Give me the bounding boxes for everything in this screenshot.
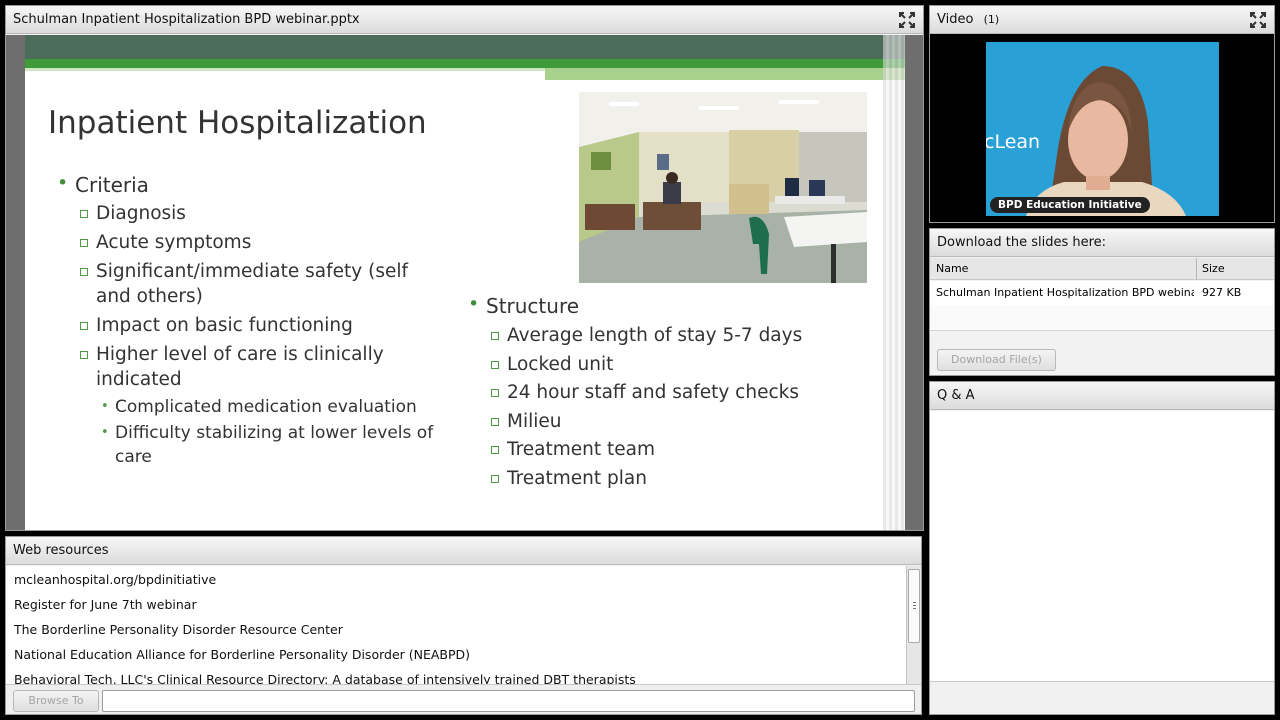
criteria-subitem: Difficulty stabilizing at lower levels o… [101,421,433,445]
file-name: Schulman Inpatient Hospitalization BPD w… [936,286,1194,299]
share-pod-title: Schulman Inpatient Hospitalization BPD w… [6,6,923,34]
slide-header-band [25,35,905,59]
share-pod-title-text: Schulman Inpatient Hospitalization BPD w… [13,12,360,27]
column-header-name[interactable]: Name [936,262,968,275]
download-files-button[interactable]: Download File(s) [937,349,1056,371]
criteria-subitem: Complicated medication evaluation [101,395,417,419]
structure-item: Treatment team [490,439,656,460]
web-links-list: mcleanhospital.org/bpdinitiative Registe… [6,566,906,684]
criteria-item-continued: and others) [96,284,203,309]
slide-accent-line [25,68,545,71]
web-link-item[interactable]: Behavioral Tech, LLC's Clinical Resource… [14,672,636,684]
file-list-header: Name Size [930,258,1274,280]
web-link-item[interactable]: mcleanhospital.org/bpdinitiative [14,572,216,587]
hospital-unit-photo [579,92,867,283]
url-input[interactable] [102,690,915,712]
slide-area: Inpatient Hospitalization Criteria Diagn… [6,35,923,530]
structure-heading: Structure [468,293,579,318]
criteria-item: Diagnosis [80,203,186,224]
web-link-item[interactable]: Register for June 7th webinar [14,597,197,612]
column-header-size[interactable]: Size [1202,262,1225,275]
slide: Inpatient Hospitalization Criteria Diagn… [25,35,905,530]
criteria-subitem-continued: care [115,445,152,469]
criteria-item: Higher level of care is clinically [80,344,384,365]
criteria-item: Significant/immediate safety (self [79,261,409,282]
video-pod-title-text: Video [937,12,974,27]
files-pod: Download the slides here: Name Size Schu… [929,228,1275,376]
fullscreen-icon[interactable] [1250,12,1266,28]
web-link-item[interactable]: The Borderline Personality Disorder Reso… [14,622,343,637]
structure-item: Milieu [491,411,562,432]
criteria-subitem-continued-text: care [115,447,152,467]
video-pod-title: Video (1) [930,6,1274,34]
web-resources-pod: Web resources mcleanhospital.org/bpdinit… [5,536,922,715]
scrollbar-thumb[interactable] [908,569,920,643]
browse-to-button[interactable]: Browse To [13,690,99,712]
criteria-item: Impact on basic functioning [80,315,353,336]
web-links-scrollbar[interactable] [906,566,921,684]
slide-edge-texture [883,35,905,530]
slide-title: Inpatient Hospitalization [48,105,427,141]
presenter-video-image: cLean [986,42,1219,216]
file-size: 927 KB [1202,286,1242,299]
video-participant-count: (1) [983,13,1000,26]
file-list-empty-area [930,305,1274,331]
slide-accent-light [545,68,905,80]
structure-item: Locked unit [490,354,614,375]
qa-message-area [930,411,1274,681]
qa-pod-title: Q & A [930,382,1274,410]
web-link-item[interactable]: National Education Alliance for Borderli… [14,647,470,662]
file-row[interactable]: Schulman Inpatient Hospitalization BPD w… [930,281,1274,305]
video-pod: Video (1) cLean BPD Education Initiative [929,5,1275,223]
criteria-item-continued-text: indicated [96,369,182,390]
criteria-item-continued: indicated [96,367,182,392]
structure-item: Treatment plan [491,468,647,489]
slide-accent-band [25,59,905,68]
column-divider [1196,258,1197,280]
files-pod-title: Download the slides here: [930,229,1274,257]
share-pod: Schulman Inpatient Hospitalization BPD w… [5,5,924,531]
criteria-heading: Criteria [57,172,149,197]
web-resources-footer: Browse To [6,684,921,714]
grip-icon [913,602,916,610]
fullscreen-icon[interactable] [899,12,915,28]
qa-pod: Q & A [929,381,1275,715]
criteria-item: Acute symptoms [79,232,252,253]
structure-item: 24 hour staff and safety checks [491,382,799,403]
structure-item: Average length of stay 5-7 days [490,325,803,346]
web-resources-title: Web resources [6,537,921,565]
qa-footer [930,681,1274,714]
video-feed[interactable]: cLean [986,42,1219,216]
video-name-tag: BPD Education Initiative [990,197,1150,213]
backdrop-logo-text: cLean [986,131,1040,153]
criteria-item-continued-text: and others) [96,286,203,307]
